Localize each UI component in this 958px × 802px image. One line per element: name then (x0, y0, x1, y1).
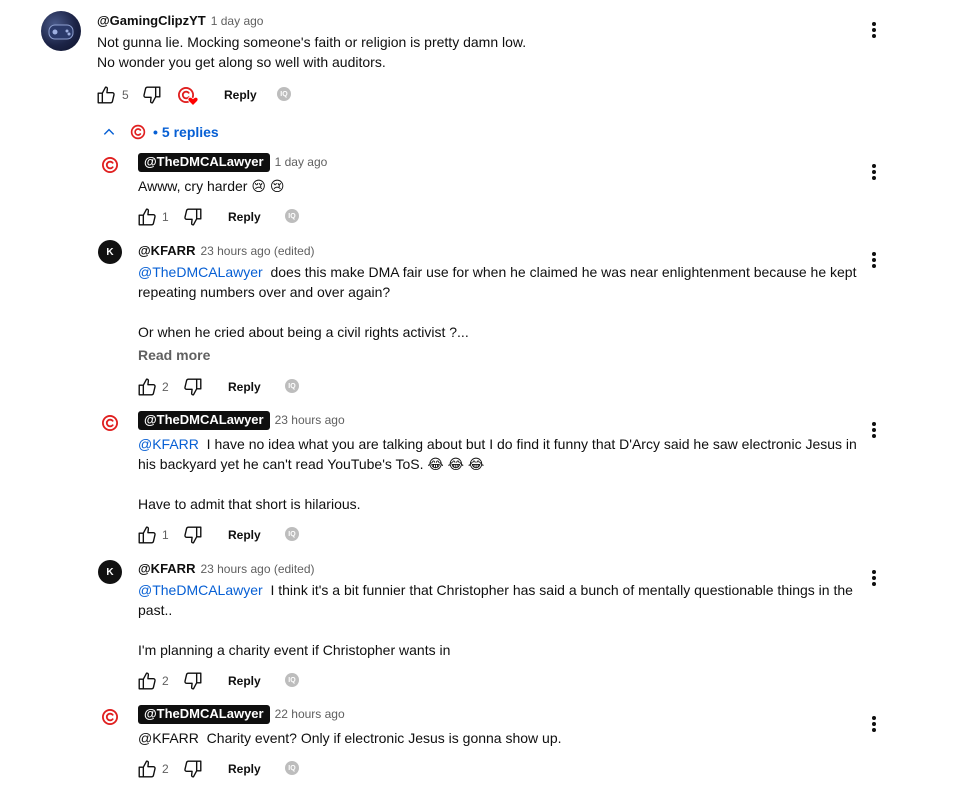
more-options-icon[interactable] (866, 714, 882, 734)
thumb-up-icon (136, 206, 158, 228)
timestamp[interactable]: 22 hours ago (275, 707, 345, 721)
more-options-icon[interactable] (866, 20, 882, 40)
dislike-button[interactable] (141, 84, 163, 106)
channel-badge-icon: IQ (285, 527, 299, 541)
thumb-down-icon (182, 206, 204, 228)
more-options-icon[interactable] (866, 162, 882, 182)
comment-text: @KFARR I have no idea what you are talki… (138, 436, 857, 512)
timestamp[interactable]: 23 hours ago (edited) (200, 244, 314, 258)
creator-copyright-icon (100, 707, 120, 727)
thumb-down-icon (182, 670, 204, 692)
like-count: 2 (162, 674, 169, 688)
like-count: 2 (162, 762, 169, 776)
dot-separator: • (153, 124, 158, 140)
replies-count-link[interactable]: 5 replies (162, 124, 219, 140)
creator-copyright-icon (100, 155, 120, 175)
comment-header: @KFARR 23 hours ago (edited) (138, 560, 315, 578)
comment-text: Not gunna lie. Mocking someone's faith o… (97, 34, 527, 70)
creator-heart-badge (176, 85, 200, 109)
comment-header: @TheDMCALawyer 23 hours ago (138, 411, 345, 430)
reply-button[interactable]: Reply (228, 674, 261, 688)
timestamp[interactable]: 1 day ago (211, 14, 264, 28)
mention-link[interactable]: @TheDMCALawyer (138, 582, 263, 598)
like-count: 5 (122, 88, 129, 102)
comment-text: @KFARR Charity event? Only if electronic… (138, 730, 562, 746)
channel-badge-icon: IQ (285, 673, 299, 687)
like-button[interactable] (95, 84, 117, 106)
creator-copyright-icon (129, 123, 147, 141)
timestamp[interactable]: 1 day ago (275, 155, 328, 169)
heart-icon (187, 96, 199, 107)
thumb-up-icon (136, 524, 158, 546)
mention-link[interactable]: @TheDMCALawyer (138, 264, 263, 280)
author-name[interactable]: @KFARR (138, 561, 195, 576)
reply-button[interactable]: Reply (228, 380, 261, 394)
avatar[interactable] (41, 11, 81, 51)
more-options-icon[interactable] (866, 568, 882, 588)
avatar[interactable]: K (98, 240, 122, 264)
avatar[interactable] (100, 155, 120, 180)
like-count: 1 (162, 528, 169, 542)
avatar[interactable] (100, 413, 120, 438)
comment-text: @TheDMCALawyer does this make DMA fair u… (138, 264, 857, 340)
author-name[interactable]: @KFARR (138, 243, 195, 258)
like-count: 1 (162, 210, 169, 224)
thumb-down-icon (182, 524, 204, 546)
avatar[interactable]: K (98, 560, 122, 584)
chevron-up-icon (103, 128, 115, 135)
author-name[interactable]: @TheDMCALawyer (138, 705, 270, 724)
author-name[interactable]: @GamingClipzYT (97, 13, 206, 28)
dislike-button[interactable] (182, 206, 204, 228)
channel-badge-icon: IQ (277, 87, 291, 101)
reply-button[interactable]: Reply (228, 528, 261, 542)
creator-copyright-icon (100, 413, 120, 433)
dislike-button[interactable] (182, 376, 204, 398)
like-button[interactable] (136, 206, 158, 228)
comment-text: Awww, cry harder 😢 😢 (138, 178, 285, 194)
comment-header: @GamingClipzYT 1 day ago (97, 12, 263, 30)
thumb-up-icon (136, 670, 158, 692)
author-name[interactable]: @TheDMCALawyer (138, 153, 270, 172)
gamepad-avatar-image (48, 24, 74, 40)
avatar[interactable] (100, 707, 120, 732)
reply-button[interactable]: Reply (228, 210, 261, 224)
like-button[interactable] (136, 524, 158, 546)
replies-toggle[interactable]: • 5 replies (102, 123, 219, 141)
comment-header: @TheDMCALawyer 22 hours ago (138, 705, 345, 724)
read-more-button[interactable]: Read more (138, 347, 210, 363)
timestamp[interactable]: 23 hours ago (edited) (200, 562, 314, 576)
comment-text: @TheDMCALawyer I think it's a bit funnie… (138, 582, 853, 658)
channel-badge-icon: IQ (285, 761, 299, 775)
more-options-icon[interactable] (866, 250, 882, 270)
thumb-up-icon (136, 376, 158, 398)
like-button[interactable] (136, 376, 158, 398)
channel-badge-icon: IQ (285, 209, 299, 223)
thumb-up-icon (95, 84, 117, 106)
dislike-button[interactable] (182, 758, 204, 780)
thumb-up-icon (136, 758, 158, 780)
dislike-button[interactable] (182, 524, 204, 546)
reply-button[interactable]: Reply (224, 88, 257, 102)
dislike-button[interactable] (182, 670, 204, 692)
comment-header: @KFARR 23 hours ago (edited) (138, 242, 315, 260)
channel-badge-icon: IQ (285, 379, 299, 393)
thumb-down-icon (141, 84, 163, 106)
reply-button[interactable]: Reply (228, 762, 261, 776)
mention-link[interactable]: @KFARR (138, 436, 199, 452)
more-options-icon[interactable] (866, 420, 882, 440)
like-button[interactable] (136, 670, 158, 692)
comment-header: @TheDMCALawyer 1 day ago (138, 153, 327, 172)
timestamp[interactable]: 23 hours ago (275, 413, 345, 427)
author-name[interactable]: @TheDMCALawyer (138, 411, 270, 430)
like-count: 2 (162, 380, 169, 394)
thumb-down-icon (182, 758, 204, 780)
like-button[interactable] (136, 758, 158, 780)
thumb-down-icon (182, 376, 204, 398)
